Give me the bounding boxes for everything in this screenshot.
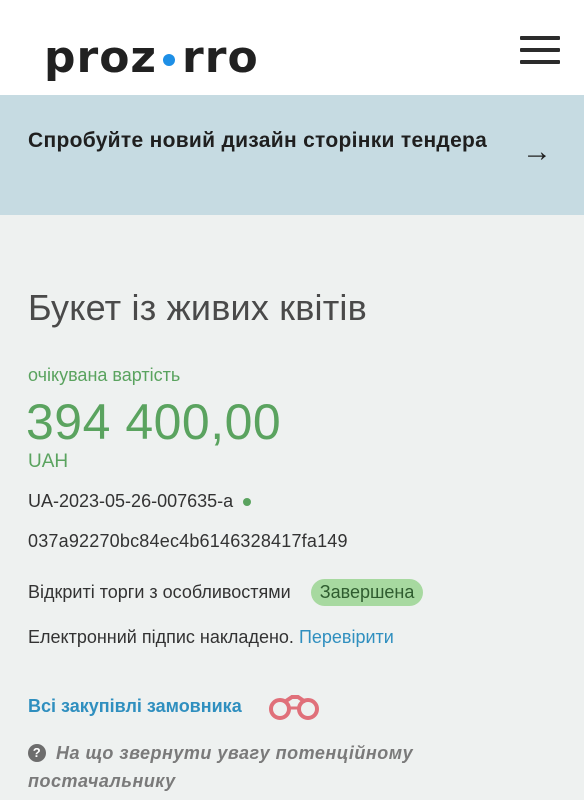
hamburger-menu-icon[interactable] bbox=[520, 36, 560, 64]
question-icon: ? bbox=[28, 744, 46, 762]
expected-value-amount: 394 400,00 bbox=[26, 394, 282, 450]
banner-text: Спробуйте новий дизайн сторінки тендера bbox=[28, 129, 488, 152]
new-design-banner[interactable]: Спробуйте новий дизайн сторінки тендера … bbox=[0, 95, 584, 215]
binoculars-icon[interactable] bbox=[266, 691, 324, 721]
site-header: proz rro bbox=[0, 0, 584, 95]
status-badge: Завершена bbox=[310, 579, 424, 606]
signature-row: Електронний підпис накладено. Перевірити bbox=[28, 627, 394, 648]
tender-hash: 037a92270bc84ec4b6146328417fa149 bbox=[28, 531, 348, 551]
expected-value-label: очікувана вартість bbox=[28, 365, 181, 385]
currency-label: UAH bbox=[28, 451, 69, 472]
signature-text: Електронний підпис накладено. bbox=[28, 627, 294, 647]
procedure-type: Відкриті торги з особливостями bbox=[28, 582, 291, 602]
verify-signature-link[interactable]: Перевірити bbox=[299, 627, 394, 647]
tender-id-text: UA-2023-05-26-007635-a bbox=[28, 491, 234, 511]
logo-text-left: proz bbox=[44, 32, 158, 83]
hint-text: На що звернути увагу потенційному постач… bbox=[28, 743, 414, 791]
tender-main: Букет із живих квітів очікувана вартість… bbox=[0, 215, 584, 800]
procedure-row: Відкриті торги з особливостями Завершена bbox=[28, 579, 424, 606]
logo-text-right: rro bbox=[182, 32, 259, 83]
buyer-row: Всі закупівлі замовника bbox=[28, 691, 324, 721]
logo-dot-icon bbox=[163, 54, 176, 66]
tender-title: Букет із живих квітів bbox=[28, 287, 367, 328]
prozorro-logo[interactable]: proz rro bbox=[44, 30, 259, 86]
all-buyer-procurements-link[interactable]: Всі закупівлі замовника bbox=[28, 696, 242, 717]
supplier-hint[interactable]: ? На що звернути увагу потенційному поста… bbox=[28, 739, 548, 795]
arrow-right-icon: → bbox=[522, 135, 552, 168]
tender-id: UA-2023-05-26-007635-a bbox=[28, 491, 252, 512]
status-dot-icon bbox=[243, 497, 252, 506]
